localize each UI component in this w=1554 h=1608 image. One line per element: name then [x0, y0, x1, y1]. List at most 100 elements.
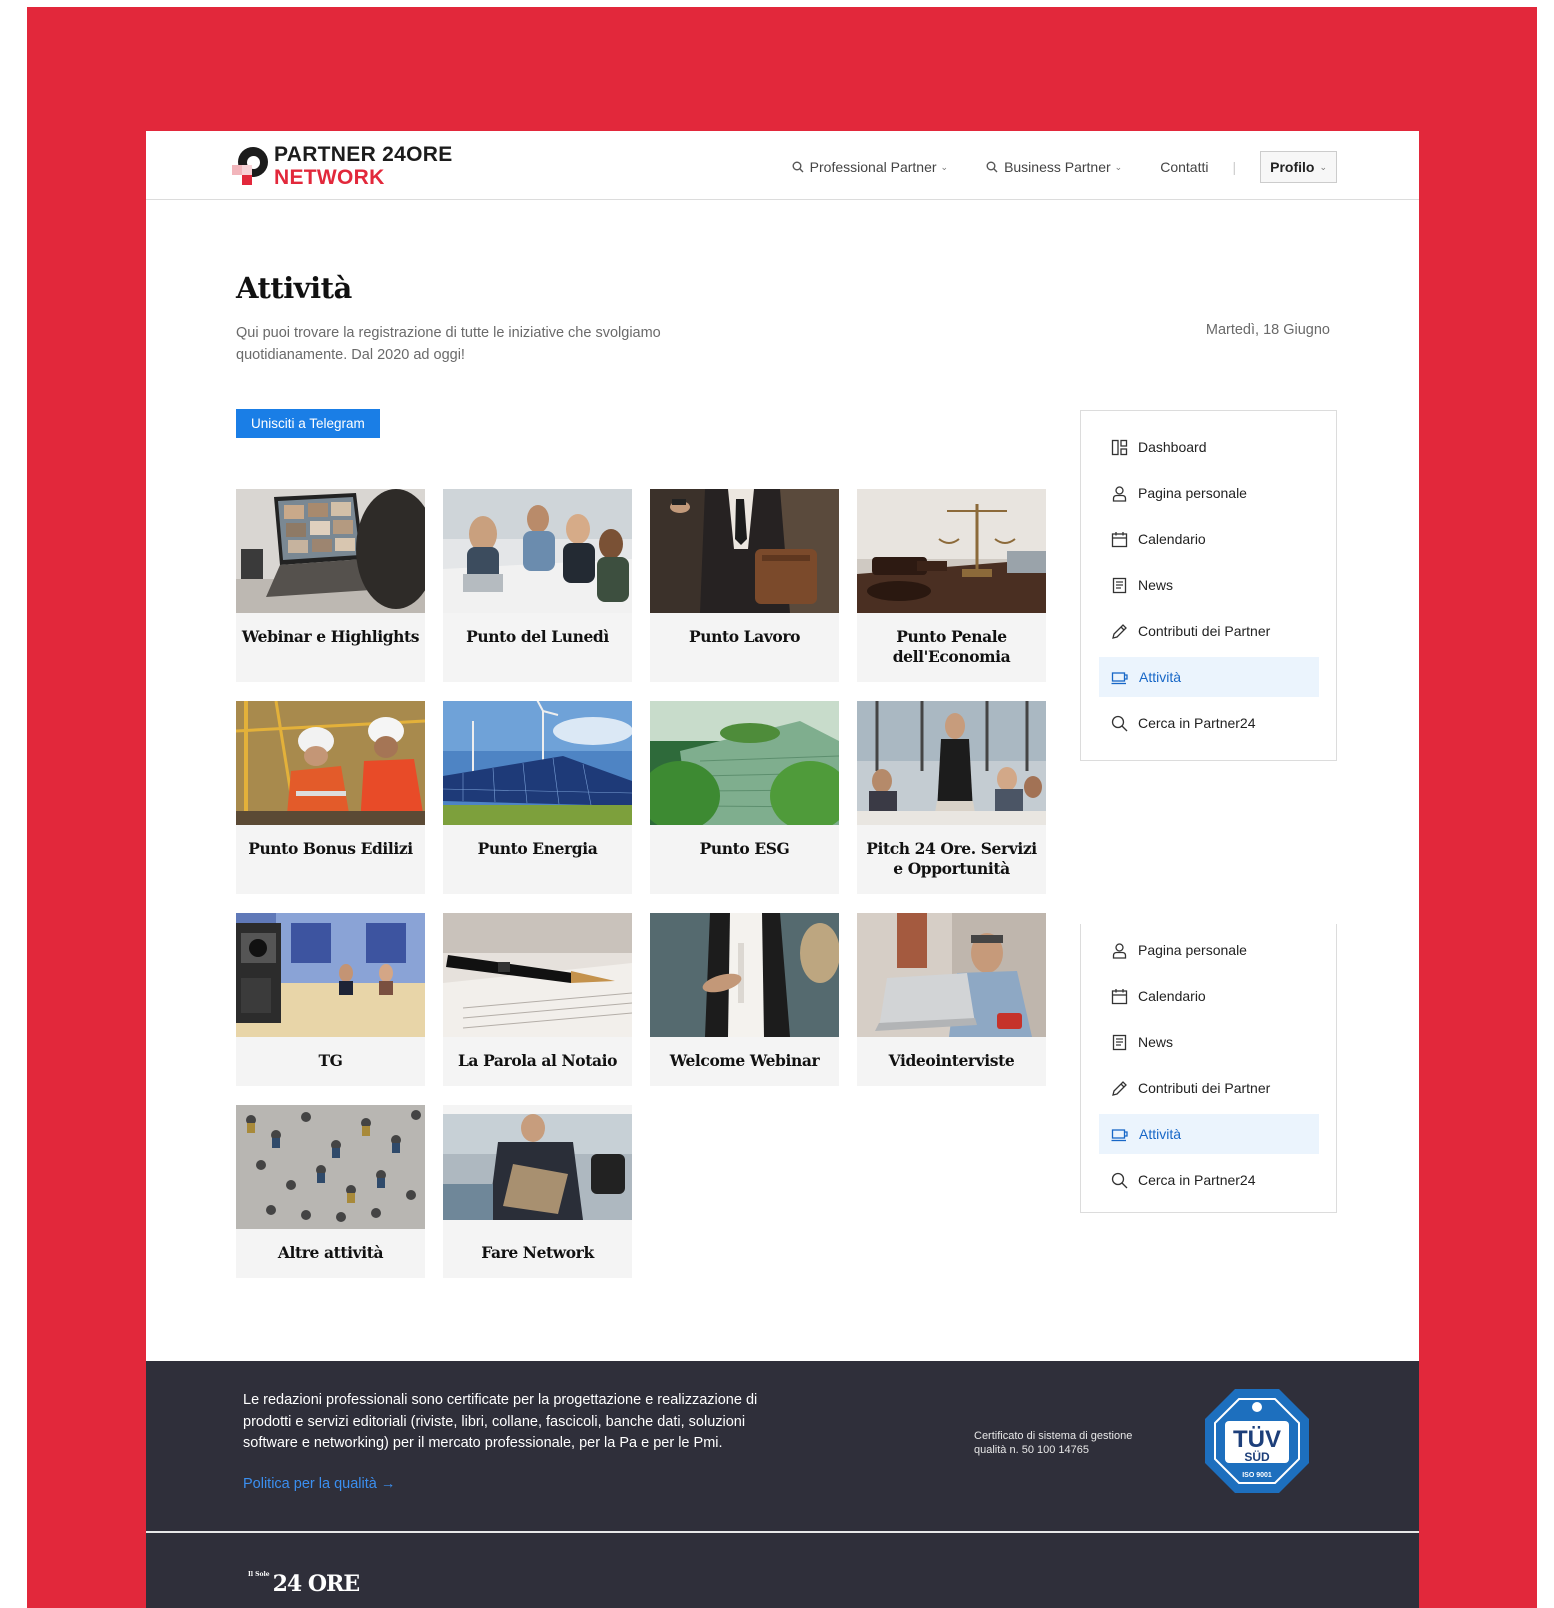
chevron-down-icon: ⌄	[1319, 161, 1327, 172]
card-welcome-webinar[interactable]: Welcome Webinar	[650, 913, 839, 1086]
sidebar-item-dashboard[interactable]: Dashboard	[1099, 427, 1319, 467]
card-videointerviste[interactable]: Videointerviste	[857, 913, 1046, 1086]
cup-icon	[1111, 1128, 1128, 1141]
card-label: Punto del Lunedì	[466, 627, 609, 646]
brand-logo[interactable]: PARTNER 24ORE NETWORK	[230, 143, 453, 189]
search-icon	[792, 161, 804, 173]
document-icon	[1112, 577, 1127, 593]
card-image	[650, 913, 839, 1037]
card-image	[650, 489, 839, 613]
certificate-text: Certificato di sistema di gestione quali…	[974, 1430, 1133, 1456]
logo-line-2: NETWORK	[274, 166, 385, 189]
sidebar-item-label: Pagina personale	[1138, 485, 1247, 501]
join-telegram-button[interactable]: Unisciti a Telegram	[236, 409, 380, 438]
tuv-sud-badge: TÜV SÜD ISO 9001	[1205, 1389, 1309, 1493]
badge-mid-text: SÜD	[1244, 1449, 1270, 1464]
sidebar-item-label: Calendario	[1138, 988, 1206, 1004]
nav-contatti[interactable]: Contatti	[1160, 159, 1208, 175]
card-label: Punto Bonus Edilizi	[248, 839, 413, 858]
card-image	[236, 489, 425, 613]
site-footer: Le redazioni professionali sono certific…	[146, 1361, 1419, 1608]
top-nav: Professional Partner ⌄ Business Partner …	[754, 151, 1337, 183]
sidebar-menu: Dashboard Pagina personale Calendario Ne…	[1080, 410, 1337, 761]
card-image	[650, 701, 839, 825]
sidebar-item-news[interactable]: News	[1099, 565, 1319, 605]
user-icon	[1112, 485, 1127, 502]
user-icon	[1112, 942, 1127, 959]
nav-professional-partner[interactable]: Professional Partner ⌄	[792, 159, 948, 175]
card-image	[443, 701, 632, 825]
logo-mark-icon	[230, 145, 270, 187]
card-webinar-highlights[interactable]: Webinar e Highlights	[236, 489, 425, 682]
sidebar-item-attivita[interactable]: Attività	[1099, 657, 1319, 697]
card-label: La Parola al Notaio	[457, 1051, 618, 1070]
card-label: Punto Penale dell'Economia	[892, 627, 1011, 666]
sidebar-menu-sticky: Pagina personale Calendario News Contrib…	[1080, 924, 1337, 1213]
card-punto-bonus-edilizi[interactable]: Punto Bonus Edilizi	[236, 701, 425, 894]
card-punto-energia[interactable]: Punto Energia	[443, 701, 632, 894]
nav-business-partner[interactable]: Business Partner ⌄	[986, 159, 1122, 175]
current-date: Martedì, 18 Giugno	[1205, 322, 1330, 338]
sidebar-item-label: News	[1138, 577, 1174, 593]
page-container: PARTNER 24ORE NETWORK Professional Partn…	[146, 131, 1419, 1608]
card-label: TG	[318, 1051, 343, 1070]
sidebar-item-pagina-personale[interactable]: Pagina personale	[1099, 930, 1319, 970]
card-tg[interactable]: TG	[236, 913, 425, 1086]
card-image	[857, 489, 1046, 613]
badge-bottom-text: ISO 9001	[1242, 1472, 1272, 1479]
profile-label: Profilo	[1270, 159, 1315, 175]
card-image	[236, 1105, 425, 1229]
sidebar-item-label: Dashboard	[1138, 439, 1207, 455]
pencil-icon	[1112, 623, 1127, 639]
logo-small-text: Il Sole	[248, 1571, 270, 1578]
nav-label: Contatti	[1160, 159, 1209, 175]
search-icon	[986, 161, 998, 173]
sole-24-ore-logo[interactable]: Il Sole 24 ORE	[248, 1571, 360, 1597]
card-punto-lunedi[interactable]: Punto del Lunedì	[443, 489, 632, 682]
sidebar-item-news[interactable]: News	[1099, 1022, 1319, 1062]
card-parola-notaio[interactable]: La Parola al Notaio	[443, 913, 632, 1086]
card-punto-esg[interactable]: Punto ESG	[650, 701, 839, 894]
sidebar-item-contributi[interactable]: Contributi dei Partner	[1099, 611, 1319, 651]
sidebar-item-pagina-personale[interactable]: Pagina personale	[1099, 473, 1319, 513]
page-title: Attività	[236, 271, 352, 305]
card-image	[857, 701, 1046, 825]
card-label: Punto ESG	[699, 839, 790, 858]
card-label: Punto Lavoro	[688, 627, 801, 646]
card-image	[236, 701, 425, 825]
profile-button[interactable]: Profilo ⌄	[1260, 151, 1337, 183]
card-image	[443, 1114, 632, 1220]
site-header: PARTNER 24ORE NETWORK Professional Partn…	[146, 131, 1419, 200]
sidebar-item-label: News	[1138, 1034, 1174, 1050]
card-fare-network[interactable]: Fare Network	[443, 1105, 632, 1278]
sidebar-item-contributi[interactable]: Contributi dei Partner	[1099, 1068, 1319, 1108]
sidebar-item-attivita[interactable]: Attività	[1099, 1114, 1319, 1154]
card-image	[443, 489, 632, 613]
card-label: Webinar e Highlights	[241, 627, 420, 646]
quality-policy-link[interactable]: Politica per la qualità →	[243, 1476, 395, 1492]
sidebar-item-calendario[interactable]: Calendario	[1099, 976, 1319, 1016]
search-icon	[1111, 715, 1128, 731]
card-punto-penale[interactable]: Punto Penale dell'Economia	[857, 489, 1046, 682]
sidebar-item-calendario[interactable]: Calendario	[1099, 519, 1319, 559]
card-image	[857, 913, 1046, 1037]
card-image	[236, 913, 425, 1037]
sidebar-item-label: Attività	[1139, 669, 1182, 685]
cup-icon	[1111, 671, 1128, 684]
card-label: Videointerviste	[888, 1051, 1015, 1070]
badge-top-text: TÜV	[1233, 1426, 1281, 1453]
logo-text: PARTNER 24ORE NETWORK	[274, 143, 453, 189]
sidebar-item-cerca[interactable]: Cerca in Partner24	[1099, 1160, 1319, 1200]
sidebar-item-label: Contributi dei Partner	[1138, 623, 1271, 639]
sidebar-item-label: Attività	[1139, 1126, 1182, 1142]
card-altre-attivita[interactable]: Altre attività	[236, 1105, 425, 1278]
chevron-down-icon: ⌄	[940, 161, 949, 172]
sidebar-item-label: Pagina personale	[1138, 942, 1247, 958]
document-icon	[1112, 1034, 1127, 1050]
sidebar-item-cerca[interactable]: Cerca in Partner24	[1099, 703, 1319, 743]
card-punto-lavoro[interactable]: Punto Lavoro	[650, 489, 839, 682]
sidebar-item-label: Contributi dei Partner	[1138, 1080, 1271, 1096]
card-image	[443, 913, 632, 1037]
page-subtitle: Qui puoi trovare la registrazione di tut…	[236, 325, 661, 363]
card-pitch-24-ore[interactable]: Pitch 24 Ore. Servizi e Opportunità	[857, 701, 1046, 894]
